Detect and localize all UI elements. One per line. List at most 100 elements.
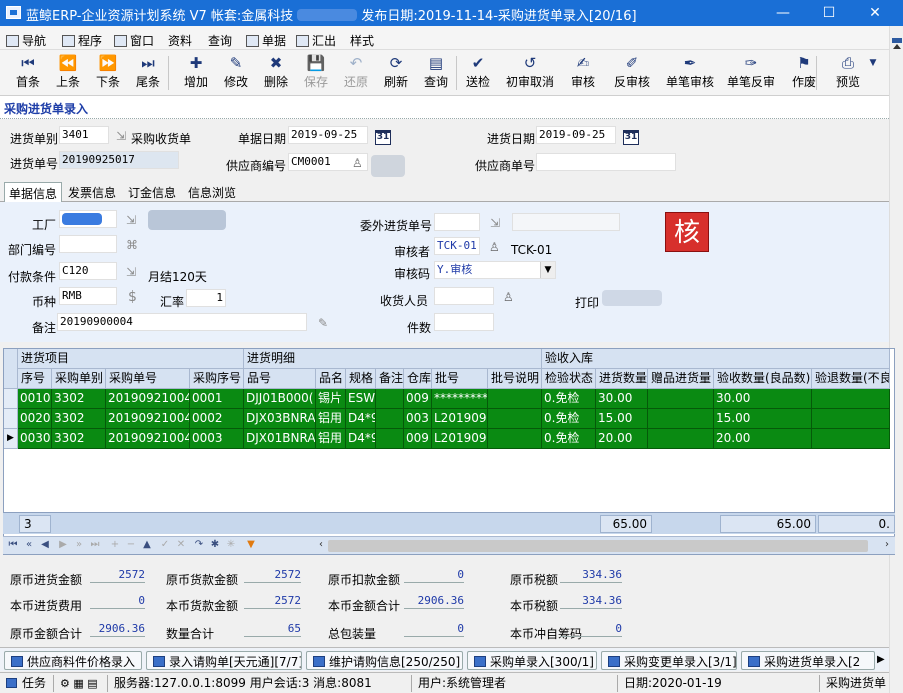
table-row[interactable]: 0030 3302 20190921004 0003 DJX01BNRA 铝用 D4*9 00… <box>18 429 890 449</box>
scroll-up-arrow-icon[interactable] <box>893 44 901 52</box>
toolbar-inspect-button[interactable]: ✔ 送检 <box>458 53 498 93</box>
task-tab[interactable]: 录入请购单[天元通][7/7] <box>146 651 302 670</box>
table-row[interactable]: 0020 3302 20190921004 0002 DJX03BNRA 铝用 D4*9 00… <box>18 409 890 429</box>
horizontal-scroll-thumb[interactable] <box>328 540 868 552</box>
receiver-user-icon[interactable]: ♙ <box>503 291 515 303</box>
nav-prev-page-icon[interactable]: « <box>23 539 35 551</box>
toolbar-cancel-review-button[interactable]: ↺ 初审取消 <box>500 53 560 93</box>
table-cell[interactable]: 30.00 <box>714 389 812 409</box>
nav-refresh-icon[interactable]: ↷ <box>193 539 205 551</box>
grid-column-header[interactable]: 品名 <box>316 369 346 389</box>
table-cell[interactable]: ********** <box>432 389 488 409</box>
table-cell[interactable] <box>376 429 404 449</box>
tab-browse-info[interactable]: 信息浏览 <box>184 182 240 202</box>
no-input[interactable]: 20190925017 <box>59 151 179 169</box>
toolbar-add-button[interactable]: ✚ 增加 <box>176 53 216 93</box>
table-cell[interactable]: L201909 <box>432 409 488 429</box>
menu-document[interactable]: 单据 <box>246 32 286 49</box>
toolbar-single-approve-button[interactable]: ✒ 单笔审核 <box>658 53 722 93</box>
grid-column-header[interactable]: 赠品进货量 <box>648 369 714 389</box>
grid-column-header[interactable]: 仓库 <box>404 369 432 389</box>
table-cell[interactable] <box>812 409 890 429</box>
table-cell[interactable]: 铝用 <box>316 409 346 429</box>
remark-edit-icon[interactable]: ✎ <box>318 317 330 329</box>
toolbar-prev-button[interactable]: ⏪ 上条 <box>48 53 88 93</box>
toolbar-first-button[interactable]: ⏮ 首条 <box>8 53 48 93</box>
doc-date-input[interactable]: 2019-09-25 <box>288 126 368 144</box>
task-tab[interactable]: 采购进货单录入[2 <box>741 651 875 670</box>
table-cell[interactable]: 20.00 <box>596 429 648 449</box>
recv-date-input[interactable]: 2019-09-25 <box>536 126 616 144</box>
nav-up-icon[interactable]: ▲ <box>141 539 153 551</box>
grid-column-header[interactable]: 规格 <box>346 369 376 389</box>
table-cell[interactable]: 003 <box>404 409 432 429</box>
minimize-button[interactable]: — <box>760 0 806 26</box>
reviewer-input[interactable]: TCK-01 <box>434 237 480 255</box>
table-cell[interactable] <box>488 389 542 409</box>
grid-column-header[interactable]: 品号 <box>244 369 316 389</box>
toolbar-refresh-button[interactable]: ⟳ 刷新 <box>376 53 416 93</box>
outsource-input[interactable] <box>434 213 480 231</box>
nav-post-icon[interactable]: ✓ <box>159 539 171 551</box>
supplier-no-input[interactable] <box>536 153 676 171</box>
task-tab[interactable]: 采购变更单录入[3/1] <box>601 651 737 670</box>
table-cell[interactable] <box>648 409 714 429</box>
table-cell[interactable]: 铝用 <box>316 429 346 449</box>
grid-column-header[interactable]: 进货数量 <box>596 369 648 389</box>
nav-prev-icon[interactable]: ◀ <box>39 539 51 551</box>
table-cell[interactable]: 0001 <box>190 389 244 409</box>
factory-lookup-icon[interactable]: ⇲ <box>126 214 138 226</box>
table-cell[interactable]: DJJ01B000( <box>244 389 316 409</box>
qty-input[interactable] <box>434 313 494 331</box>
toolbar-unapprove-button[interactable]: ✐ 反审核 <box>606 53 658 93</box>
table-row[interactable]: 0010 3302 20190921004 0001 DJJ01B000(锡片 ESW 00… <box>18 389 890 409</box>
doc-date-calendar-icon[interactable]: 31 <box>375 130 391 145</box>
dept-input[interactable] <box>59 235 117 253</box>
nav-next-page-icon[interactable]: » <box>73 539 85 551</box>
toolbar-delete-button[interactable]: ✖ 删除 <box>256 53 296 93</box>
table-cell[interactable] <box>648 389 714 409</box>
grid-column-header[interactable]: 批号 <box>432 369 488 389</box>
pay-input[interactable]: C120 <box>59 262 117 280</box>
outsource-lookup-icon[interactable]: ⇲ <box>490 217 502 229</box>
supplier-lookup-icon[interactable]: ♙ <box>352 157 364 169</box>
tab-deposit-info[interactable]: 订金信息 <box>124 182 180 202</box>
type-input[interactable]: 3401 <box>59 126 109 144</box>
toolbar-preview-button[interactable]: ⎙ 预览 <box>830 53 866 93</box>
table-cell[interactable]: 0010 <box>18 389 52 409</box>
table-cell[interactable]: L201909 <box>432 429 488 449</box>
nav-last-icon[interactable]: ⏭ <box>89 539 101 551</box>
table-cell[interactable]: 3302 <box>52 389 106 409</box>
menu-style[interactable]: 样式 <box>350 32 374 49</box>
menu-window[interactable]: 窗口 <box>114 32 154 49</box>
table-cell[interactable]: 0.免检 <box>542 429 596 449</box>
recv-date-calendar-icon[interactable]: 31 <box>623 130 639 145</box>
status-task[interactable]: 任务 <box>0 675 54 692</box>
table-cell[interactable]: 30.00 <box>596 389 648 409</box>
table-cell[interactable]: 0.免检 <box>542 409 596 429</box>
scroll-thumb[interactable] <box>892 38 902 43</box>
nav-first-icon[interactable]: ⏮ <box>7 539 19 551</box>
pay-lookup-icon[interactable]: ⇲ <box>126 266 138 278</box>
table-cell[interactable] <box>648 429 714 449</box>
table-cell[interactable]: 15.00 <box>596 409 648 429</box>
table-cell[interactable]: 0002 <box>190 409 244 429</box>
table-cell[interactable] <box>488 429 542 449</box>
table-cell[interactable]: 0003 <box>190 429 244 449</box>
task-tab[interactable]: 维护请购信息[250/250] <box>306 651 463 670</box>
toolbar-save-button[interactable]: 💾 保存 <box>296 53 336 93</box>
table-cell[interactable]: DJX01BNRA <box>244 429 316 449</box>
toolbar-edit-button[interactable]: ✎ 修改 <box>216 53 256 93</box>
currency-input[interactable]: RMB <box>59 287 117 305</box>
factory-input[interactable] <box>59 210 117 228</box>
menu-navigate[interactable]: 导航 <box>6 32 46 49</box>
toolbar-undo-button[interactable]: ↶ 还原 <box>336 53 376 93</box>
table-cell[interactable]: 锡片 <box>316 389 346 409</box>
row-selector[interactable] <box>4 409 18 429</box>
toolbar-void-button[interactable]: ⚑ 作废 <box>784 53 824 93</box>
grid-column-header[interactable]: 采购单号 <box>106 369 190 389</box>
grid-column-header[interactable]: 批号说明 <box>488 369 542 389</box>
review-code-dropdown-icon[interactable]: ▼ <box>540 262 555 278</box>
remark-input[interactable]: 20190900004 <box>57 313 307 331</box>
type-lookup-icon[interactable]: ⇲ <box>116 130 128 142</box>
